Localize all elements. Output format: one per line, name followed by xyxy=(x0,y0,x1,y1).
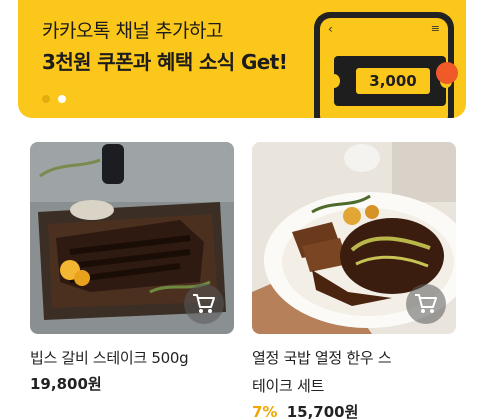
banner-subheadline: 3천원 쿠폰과 혜택 소식 Get! xyxy=(42,50,288,74)
coupon-value: 3,000 xyxy=(356,68,430,94)
ticket-notch xyxy=(328,74,340,88)
add-to-cart-button[interactable] xyxy=(406,284,446,324)
chevron-left-icon: ‹ xyxy=(328,22,333,36)
coupon-ticket: 3,000 xyxy=(328,56,452,106)
kakao-channel-banner[interactable]: 카카오톡 채널 추가하고 3천원 쿠폰과 혜택 소식 Get! ‹ ≡ 3,00… xyxy=(18,0,466,118)
ribs-steak-image[interactable] xyxy=(30,142,234,334)
product-name[interactable]: 빕스 갈비 스테이크 500g xyxy=(30,344,234,372)
product-price-row: 7% 15,700원 xyxy=(252,400,456,420)
product-card[interactable]: 빕스 갈비 스테이크 500g 19,800원 xyxy=(30,142,234,396)
product-price-row: 19,800원 xyxy=(30,372,234,396)
banner-headline: 카카오톡 채널 추가하고 xyxy=(42,20,223,42)
cart-icon xyxy=(415,294,437,313)
pagination-dot[interactable] xyxy=(42,95,50,103)
phone-illustration: ‹ ≡ 3,000 xyxy=(314,12,458,118)
product-name-line-2: 테이크 세트 xyxy=(252,377,324,395)
product-price: 19,800원 xyxy=(30,375,102,393)
notification-dot-icon xyxy=(436,62,458,84)
phone-screen: ‹ ≡ 3,000 xyxy=(320,18,458,118)
cart-icon xyxy=(193,294,215,313)
pagination-dot-active[interactable] xyxy=(58,95,66,103)
banner-pagination xyxy=(42,95,66,103)
add-to-cart-button[interactable] xyxy=(184,284,224,324)
product-price: 15,700원 xyxy=(286,403,359,420)
hanwoo-steak-image[interactable] xyxy=(252,142,456,334)
discount-rate: 7% xyxy=(252,403,278,420)
product-card[interactable]: 열정 국밥 열정 한우 스 테이크 세트 7% 15,700원 xyxy=(252,142,456,420)
product-name-line-1: 열정 국밥 열정 한우 스 xyxy=(252,349,392,367)
hamburger-icon: ≡ xyxy=(430,22,440,35)
product-name[interactable]: 열정 국밥 열정 한우 스 테이크 세트 xyxy=(252,344,456,400)
